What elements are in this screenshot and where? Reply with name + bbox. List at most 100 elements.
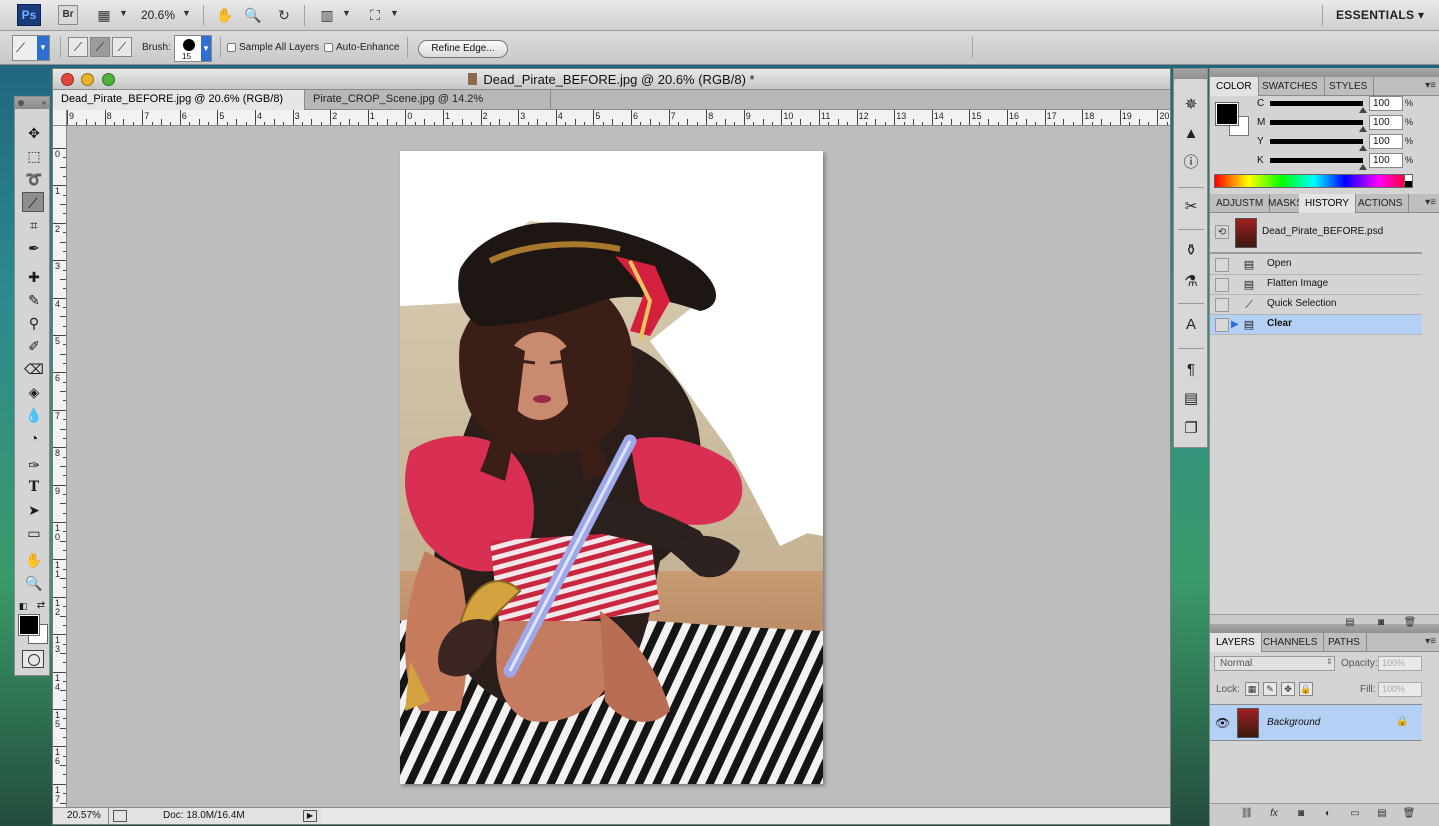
pen-tool-icon[interactable]: ✑ <box>23 455 45 475</box>
panel-menu-icon[interactable]: ▾≡ <box>1425 197 1436 208</box>
history-source-checkbox[interactable] <box>1215 258 1229 272</box>
screen-mode-icon[interactable]: ⛶ <box>365 6 385 24</box>
layer-style-icon[interactable]: fx <box>1267 808 1281 820</box>
new-layer-icon[interactable]: ▤ <box>1375 808 1389 820</box>
screen-mode-caret-icon[interactable]: ▼ <box>390 8 399 18</box>
dodge-tool-icon[interactable]: ◔ <box>23 428 45 448</box>
hand-tool-icon[interactable]: ✋ <box>215 6 235 24</box>
snapshot-label[interactable]: Dead_Pirate_BEFORE.psd <box>1262 226 1383 237</box>
subtract-from-selection-button[interactable]: ⟋ <box>112 37 132 57</box>
layer-thumbnail[interactable] <box>1237 708 1259 738</box>
brush-picker[interactable]: 15 ▼ <box>174 35 212 62</box>
layer-background[interactable]: 👁 Background 🔒 <box>1210 704 1422 741</box>
tab-styles[interactable]: STYLES <box>1323 77 1375 96</box>
status-menu-arrow-icon[interactable]: ▶ <box>303 810 317 822</box>
lock-all-icon[interactable]: 🔒 <box>1299 682 1313 696</box>
rotate-view-icon[interactable]: ↻ <box>274 6 294 24</box>
healing-brush-tool-icon[interactable]: ✚ <box>23 267 45 287</box>
tab-dead-pirate[interactable]: Dead_Pirate_BEFORE.jpg @ 20.6% (RGB/8) *… <box>53 90 305 124</box>
cyan-slider-thumb[interactable] <box>1359 107 1367 113</box>
history-step-quick-selection[interactable]: ⟋ Quick Selection <box>1210 295 1422 315</box>
info-icon[interactable]: ⓘ <box>1181 153 1201 173</box>
collapse-icon[interactable]: » <box>42 97 46 109</box>
history-step-clear[interactable]: ▶ ▤ Clear <box>1210 315 1422 335</box>
layer-name[interactable]: Background <box>1267 717 1320 728</box>
rectangle-tool-icon[interactable]: ▭ <box>23 523 45 543</box>
brush-tool-icon[interactable]: ✎ <box>23 290 45 310</box>
zoom-caret-icon[interactable]: ▼ <box>182 8 191 18</box>
crop-tool-icon[interactable]: ⌗ <box>23 215 45 235</box>
add-to-selection-button[interactable]: ⟋ <box>90 37 110 57</box>
blend-mode-select[interactable]: Normal <box>1214 656 1335 671</box>
hand-tool-icon[interactable]: ✋ <box>23 550 45 570</box>
tab-paths[interactable]: PATHS <box>1322 633 1367 652</box>
history-step-flatten-image[interactable]: ▤ Flatten Image <box>1210 275 1422 295</box>
view-extras-icon[interactable]: ▦ <box>94 6 114 24</box>
history-source-checkbox[interactable] <box>1215 278 1229 292</box>
cyan-slider[interactable] <box>1270 101 1363 106</box>
tab-color[interactable]: COLOR <box>1210 77 1259 96</box>
eyedropper-tool-icon[interactable]: ✒ <box>23 238 45 258</box>
character-icon[interactable]: A <box>1181 315 1201 335</box>
history-brush-tool-icon[interactable]: ✐ <box>23 336 45 356</box>
new-selection-button[interactable]: ⟋ <box>68 37 88 57</box>
blur-tool-icon[interactable]: 💧 <box>23 405 45 425</box>
marquee-tool-icon[interactable]: ⬚ <box>23 146 45 166</box>
yellow-value-field[interactable]: 100 <box>1369 134 1403 149</box>
panel-menu-icon[interactable]: ▾≡ <box>1425 636 1436 647</box>
sample-all-layers-checkbox[interactable] <box>227 43 236 52</box>
brushes-icon[interactable]: ⚱ <box>1181 241 1201 261</box>
black-slider-thumb[interactable] <box>1359 164 1367 170</box>
fill-field[interactable]: 100% <box>1378 682 1422 697</box>
vertical-ruler[interactable]: 0 1 2 3 4 5 6 7 8 9 1 0 1 1 1 2 1 3 1 4 1 5 1 6 1 7 <box>53 126 67 813</box>
paint-bucket-tool-icon[interactable]: ◈ <box>23 382 45 402</box>
black-slider[interactable] <box>1270 158 1363 163</box>
layer-comps-icon[interactable]: ❐ <box>1181 419 1201 439</box>
link-layers-icon[interactable]: ⛓ <box>1240 808 1254 820</box>
arrange-documents-icon[interactable]: ▥ <box>317 6 337 24</box>
adjustment-layer-icon[interactable]: ◐ <box>1321 808 1335 820</box>
yellow-slider[interactable] <box>1270 139 1363 144</box>
eraser-tool-icon[interactable]: ⌫ <box>23 359 45 379</box>
default-colors-icon[interactable]: ◧ <box>17 596 29 616</box>
zoom-tool-icon[interactable]: 🔍 <box>243 6 263 24</box>
snapshot-source-icon[interactable]: ⟲ <box>1215 225 1229 239</box>
history-source-checkbox[interactable] <box>1215 318 1229 332</box>
document-title-bar[interactable]: Dead_Pirate_BEFORE.jpg @ 20.6% (RGB/8) * <box>53 69 1170 90</box>
view-extras-caret-icon[interactable]: ▼ <box>119 8 128 18</box>
notes-icon[interactable]: ▤ <box>1181 389 1201 409</box>
tab-actions[interactable]: ACTIONS <box>1352 194 1410 213</box>
quick-selection-tool-icon[interactable]: ⟋ <box>22 192 44 212</box>
histogram-icon[interactable]: ▲ <box>1181 124 1201 144</box>
foreground-color-swatch[interactable] <box>18 614 40 636</box>
horizontal-scrollbar[interactable] <box>321 807 1170 824</box>
clone-source-icon[interactable]: ⚗ <box>1181 272 1201 292</box>
bridge-button[interactable]: Br <box>58 5 78 25</box>
panel-menu-icon[interactable]: ▾≡ <box>1425 80 1436 91</box>
dock-header[interactable] <box>1174 69 1207 79</box>
black-white-ramp[interactable] <box>1404 174 1413 188</box>
zoom-tool-icon[interactable]: 🔍 <box>23 573 45 593</box>
history-source-checkbox[interactable] <box>1215 298 1229 312</box>
quick-mask-button[interactable] <box>22 650 44 668</box>
cyan-value-field[interactable]: 100 <box>1369 96 1403 111</box>
magenta-slider[interactable] <box>1270 120 1363 125</box>
color-ramp[interactable] <box>1214 174 1413 188</box>
swap-colors-icon[interactable]: ⇄ <box>35 596 47 616</box>
arrange-caret-icon[interactable]: ▼ <box>342 8 351 18</box>
navigator-icon[interactable]: ✵ <box>1181 95 1201 115</box>
clone-stamp-tool-icon[interactable]: ⚲ <box>23 313 45 333</box>
black-value-field[interactable]: 100 <box>1369 153 1403 168</box>
trash-icon[interactable]: 🗑 <box>1403 617 1417 629</box>
tool-preset-picker[interactable]: ⟋ ▼ <box>12 35 50 61</box>
tab-history[interactable]: HISTORY <box>1299 194 1357 213</box>
horizontal-ruler[interactable]: 9 8 7 6 5 4 3 2 1 0 1 2 3 4 5 6 7 8 9 10 11 12 13 14 15 16 17 18 19 2… <box>67 110 1187 126</box>
ruler-origin[interactable] <box>53 110 67 126</box>
refine-edge-button[interactable]: Refine Edge... <box>418 40 508 58</box>
tools-panel-header[interactable]: » <box>15 97 49 109</box>
magenta-value-field[interactable]: 100 <box>1369 115 1403 130</box>
eye-icon[interactable]: 👁 <box>1215 716 1230 730</box>
magenta-slider-thumb[interactable] <box>1359 126 1367 132</box>
lock-transparent-pixels-icon[interactable]: ▦ <box>1245 682 1259 696</box>
workspace-switcher[interactable]: ESSENTIALS ▾ <box>1336 8 1424 22</box>
